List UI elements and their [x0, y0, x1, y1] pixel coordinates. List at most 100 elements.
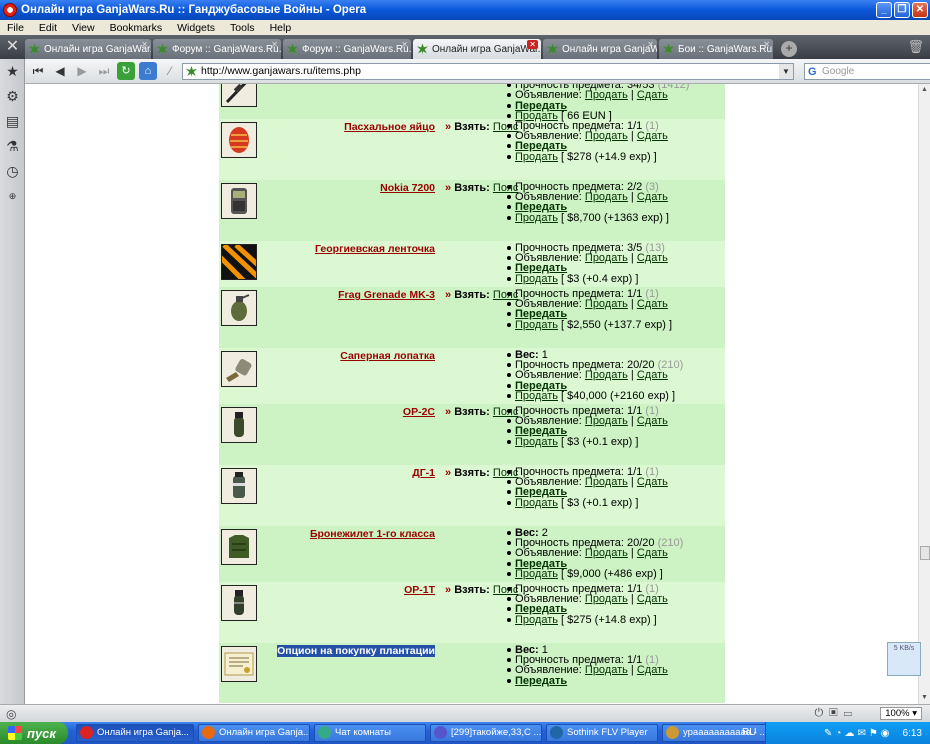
- ad-buy-link[interactable]: Сдать: [637, 298, 668, 310]
- transfers-icon[interactable]: ⚗: [0, 134, 25, 159]
- sell-link[interactable]: Продать: [515, 151, 558, 163]
- menu-tools[interactable]: Tools: [223, 22, 263, 34]
- tab-close-icon[interactable]: ✕: [647, 40, 654, 49]
- item-name-link[interactable]: ОР-2С: [403, 406, 435, 418]
- item-image[interactable]: [221, 351, 257, 387]
- item-image[interactable]: [221, 84, 257, 107]
- taskbar-button[interactable]: урааааааааааа - ...: [662, 724, 774, 742]
- item-image[interactable]: [221, 244, 257, 280]
- minimize-button[interactable]: _: [876, 2, 892, 18]
- bookmarks-star-icon[interactable]: ★: [0, 59, 25, 84]
- tab-1[interactable]: Онлайн игра GanjaWar... ✕: [25, 39, 151, 59]
- taskbar-button[interactable]: Чат комнаты: [314, 724, 426, 742]
- tab-close-icon[interactable]: ✕: [527, 40, 538, 49]
- fast-forward-icon[interactable]: ⏭: [95, 62, 113, 80]
- home-icon[interactable]: ⌂: [139, 62, 157, 80]
- ad-buy-link[interactable]: Сдать: [637, 191, 668, 203]
- sell-link[interactable]: Продать: [515, 568, 558, 580]
- scroll-thumb[interactable]: [920, 546, 930, 560]
- transfer-link[interactable]: Передать: [515, 675, 567, 687]
- tab-6[interactable]: Бои :: GanjaWars.Ru :: ...✕: [659, 39, 773, 59]
- address-dropdown-icon[interactable]: ▼: [779, 64, 793, 79]
- tab-close-icon[interactable]: ✕: [401, 40, 408, 49]
- tab-close-icon[interactable]: ✕: [141, 40, 148, 49]
- back-icon[interactable]: ◀: [51, 62, 69, 80]
- item-name-link[interactable]: Опцион на покупку плантации: [277, 645, 435, 657]
- taskbar-button[interactable]: Sothink FLV Player: [546, 724, 658, 742]
- tab-close-icon[interactable]: ✕: [763, 40, 770, 49]
- ad-buy-link[interactable]: Сдать: [637, 547, 668, 559]
- item-image[interactable]: [221, 290, 257, 326]
- item-image[interactable]: [221, 585, 257, 621]
- tab-4[interactable]: Онлайн игра GanjaWar... ✕: [413, 39, 541, 59]
- maximize-button[interactable]: ❐: [894, 2, 910, 18]
- opera-unite-icon[interactable]: ◎: [6, 707, 16, 721]
- sell-link[interactable]: Продать: [515, 212, 558, 224]
- item-name-link[interactable]: Георгиевская ленточка: [315, 243, 435, 255]
- item-image[interactable]: [221, 646, 257, 682]
- ad-sell-link[interactable]: Продать: [585, 89, 628, 101]
- sell-link[interactable]: Продать: [515, 614, 558, 626]
- widgets-gear-icon[interactable]: ⚙: [0, 84, 25, 109]
- sell-link[interactable]: Продать: [515, 436, 558, 448]
- ad-sell-link[interactable]: Продать: [585, 547, 628, 559]
- wand-icon[interactable]: ⁄: [161, 62, 179, 80]
- taskbar-button[interactable]: Онлайн игра Ganja...: [198, 724, 310, 742]
- item-image[interactable]: [221, 183, 257, 219]
- ad-sell-link[interactable]: Продать: [585, 369, 628, 381]
- address-field[interactable]: http://www.ganjawars.ru/items.php ▼: [182, 63, 794, 80]
- start-button[interactable]: пуск: [0, 722, 68, 744]
- history-clock-icon[interactable]: ◷: [0, 159, 25, 184]
- ad-buy-link[interactable]: Сдать: [637, 593, 668, 605]
- ad-sell-link[interactable]: Продать: [585, 252, 628, 264]
- taskbar-button[interactable]: Онлайн игра Ganja...: [76, 724, 194, 742]
- sell-link[interactable]: Продать: [515, 390, 558, 402]
- trash-icon[interactable]: 🗑: [907, 39, 924, 55]
- new-tab-icon[interactable]: +: [781, 41, 797, 57]
- ad-sell-link[interactable]: Продать: [585, 130, 628, 142]
- item-image[interactable]: [221, 529, 257, 565]
- scroll-down-icon[interactable]: ▼: [919, 692, 930, 704]
- page-scrollbar[interactable]: ▲ ▼: [918, 84, 930, 704]
- item-name-link[interactable]: Саперная лопатка: [340, 350, 435, 362]
- ad-buy-link[interactable]: Сдать: [637, 415, 668, 427]
- ad-sell-link[interactable]: Продать: [585, 415, 628, 427]
- ad-buy-link[interactable]: Сдать: [637, 476, 668, 488]
- sell-link[interactable]: Продать: [515, 497, 558, 509]
- ad-buy-link[interactable]: Сдать: [637, 369, 668, 381]
- rewind-icon[interactable]: ⏮: [29, 62, 47, 80]
- menu-bookmarks[interactable]: Bookmarks: [103, 22, 171, 34]
- menu-file[interactable]: File: [0, 22, 32, 34]
- sell-link[interactable]: Продать: [515, 319, 558, 331]
- menu-help[interactable]: Help: [263, 22, 300, 34]
- menu-view[interactable]: View: [65, 22, 103, 34]
- menu-widgets[interactable]: Widgets: [170, 22, 223, 34]
- item-image[interactable]: [221, 407, 257, 443]
- language-indicator[interactable]: RU: [742, 727, 756, 738]
- ad-sell-link[interactable]: Продать: [585, 476, 628, 488]
- item-name-link[interactable]: ОР-1Т: [404, 584, 435, 596]
- opera-menu-icon[interactable]: ✕: [0, 35, 25, 59]
- ad-sell-link[interactable]: Продать: [585, 298, 628, 310]
- ad-buy-link[interactable]: Сдать: [637, 89, 668, 101]
- taskbar-button[interactable]: [299]такойже,33,С ...: [430, 724, 542, 742]
- close-button[interactable]: ✕: [912, 2, 928, 18]
- item-name-link[interactable]: Nokia 7200: [380, 182, 435, 194]
- ad-sell-link[interactable]: Продать: [585, 593, 628, 605]
- item-name-link[interactable]: Бронежилет 1-го класса: [310, 528, 435, 540]
- add-panel-icon[interactable]: ⊕: [0, 184, 25, 209]
- ad-sell-link[interactable]: Продать: [585, 191, 628, 203]
- tab-2[interactable]: Форум :: GanjaWars.Ru... ✕: [153, 39, 281, 59]
- item-image[interactable]: [221, 468, 257, 504]
- notes-icon[interactable]: ▤: [0, 109, 25, 134]
- ad-sell-link[interactable]: Продать: [585, 664, 628, 676]
- item-name-link[interactable]: ДГ-1: [412, 467, 435, 479]
- item-image[interactable]: [221, 122, 257, 158]
- scroll-up-icon[interactable]: ▲: [919, 84, 930, 96]
- tray-icons[interactable]: ✎◔☁✉⚑◉: [824, 728, 893, 739]
- sell-link[interactable]: Продать: [515, 273, 558, 285]
- forward-icon[interactable]: ▶: [73, 62, 91, 80]
- zoom-control[interactable]: 100% ▾: [880, 707, 922, 720]
- search-field[interactable]: G Google ▼: [804, 63, 930, 80]
- tab-3[interactable]: Форум :: GanjaWars.Ru... ✕: [283, 39, 411, 59]
